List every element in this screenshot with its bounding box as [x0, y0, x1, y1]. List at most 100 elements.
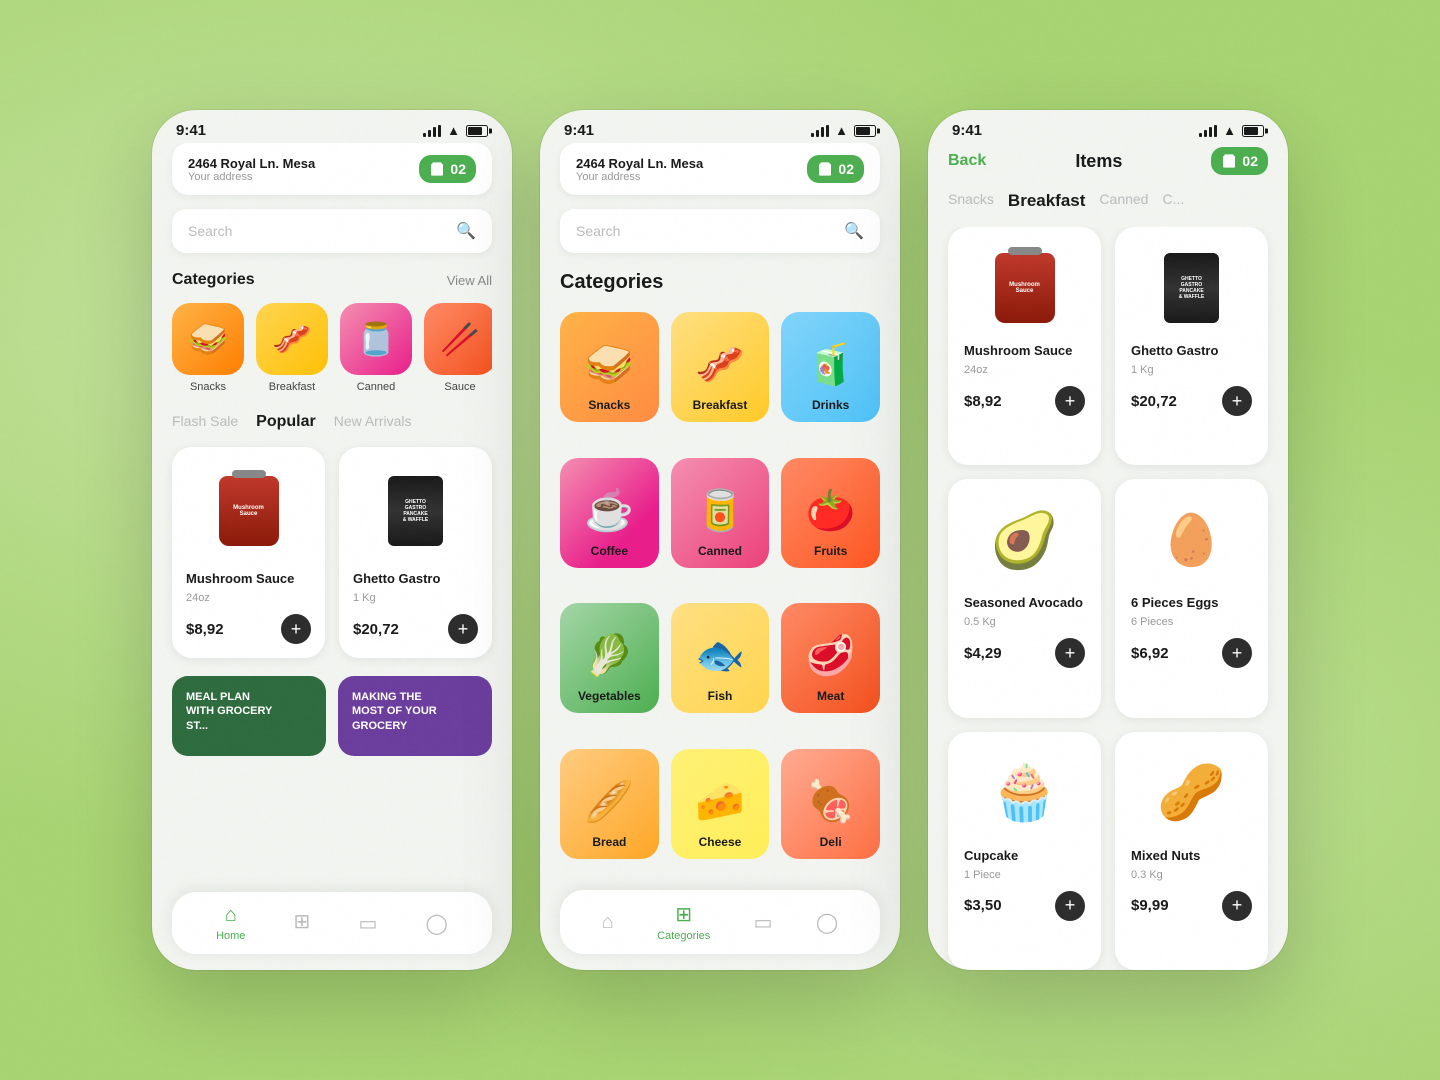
home-icon-1: ⌂: [225, 904, 237, 927]
add-btn-item-4[interactable]: +: [1222, 638, 1252, 668]
nav-home-2[interactable]: ⌂: [602, 911, 614, 934]
cart-icon-1: [429, 161, 445, 177]
tab-more-3[interactable]: C...: [1162, 191, 1184, 211]
address-line2-2: Your address: [576, 171, 703, 183]
tab-new-arrivals[interactable]: New Arrivals: [334, 413, 412, 431]
cat-cheese[interactable]: 🧀 Cheese: [671, 749, 770, 859]
cart-count-2: 02: [838, 161, 854, 177]
items-header: Back Items 02: [928, 143, 1288, 191]
view-all-1[interactable]: View All: [447, 273, 492, 288]
add-btn-item-5[interactable]: +: [1055, 891, 1085, 921]
item-card-6: 🥜 Mixed Nuts 0.3 Kg $9,99 +: [1115, 732, 1268, 970]
cat-coffee[interactable]: ☕ Coffee: [560, 458, 659, 568]
wifi-icon-2: ▲: [835, 123, 848, 138]
cat-fruits[interactable]: 🍅 Fruits: [781, 458, 880, 568]
item-price-row-4: $6,92 +: [1131, 638, 1252, 668]
back-button[interactable]: Back: [948, 152, 986, 170]
cart-badge-1[interactable]: 02: [419, 155, 476, 183]
phone-2: 9:41 ▲ 2464 Royal Ln. Mesa Your address …: [540, 110, 900, 970]
cat-bread[interactable]: 🥖 Bread: [560, 749, 659, 859]
banner-row-1: MEAL PLANWITH GROCERYST... MAKING THEMOS…: [172, 676, 492, 756]
add-btn-item-3[interactable]: +: [1055, 638, 1085, 668]
signal-icon-2: [811, 125, 829, 137]
cheese-emoji: 🧀: [695, 778, 745, 825]
category-chip-canned[interactable]: 🫙 Canned: [340, 303, 412, 393]
coffee-emoji: ☕: [584, 487, 634, 534]
address-text-1: 2464 Royal Ln. Mesa Your address: [188, 156, 315, 183]
item-weight-3: 0.5 Kg: [964, 616, 1085, 628]
status-bar-1: 9:41 ▲: [152, 110, 512, 143]
status-time-3: 9:41: [952, 122, 982, 139]
address-bar-2[interactable]: 2464 Royal Ln. Mesa Your address 02: [560, 143, 880, 195]
tab-breakfast-3[interactable]: Breakfast: [1008, 191, 1086, 211]
nav-profile-1[interactable]: ◯: [426, 911, 448, 936]
categories-title-2: Categories: [560, 271, 880, 294]
search-placeholder-2: Search: [576, 223, 620, 239]
signal-icon: [423, 125, 441, 137]
address-bar-1[interactable]: 2464 Royal Ln. Mesa Your address 02: [172, 143, 492, 195]
nav-profile-2[interactable]: ◯: [816, 910, 838, 935]
chip-label-sauce: Sauce: [444, 381, 475, 393]
fish-emoji: 🐟: [695, 632, 745, 679]
category-chip-sauce[interactable]: 🥢 Sauce: [424, 303, 492, 393]
cat-canned[interactable]: 🥫 Canned: [671, 458, 770, 568]
cart-badge-3[interactable]: 02: [1211, 147, 1268, 175]
tab-snacks-3[interactable]: Snacks: [948, 191, 994, 211]
cat-label-fish: Fish: [708, 689, 733, 703]
status-bar-3: 9:41 ▲: [928, 110, 1288, 143]
add-btn-1[interactable]: +: [281, 614, 311, 644]
cat-fish[interactable]: 🐟 Fish: [671, 603, 770, 713]
cart-count-3: 02: [1242, 153, 1258, 169]
search-bar-1[interactable]: Search 🔍: [172, 209, 492, 253]
categories-header-1: Categories View All: [172, 271, 492, 289]
nav-categories-2[interactable]: ⊞ Categories: [657, 902, 710, 942]
cat-snacks[interactable]: 🥪 Snacks: [560, 312, 659, 422]
cat-deli[interactable]: 🍖 Deli: [781, 749, 880, 859]
add-btn-item-1[interactable]: +: [1055, 386, 1085, 416]
category-chip-breakfast[interactable]: 🥓 Breakfast: [256, 303, 328, 393]
tab-popular[interactable]: Popular: [256, 413, 316, 431]
cat-label-meat: Meat: [817, 689, 844, 703]
add-btn-2[interactable]: +: [448, 614, 478, 644]
tab-flash-sale[interactable]: Flash Sale: [172, 413, 238, 431]
wifi-icon: ▲: [447, 123, 460, 138]
nav-home-1[interactable]: ⌂ Home: [216, 904, 245, 942]
nav-orders-2[interactable]: ▭: [754, 910, 773, 935]
item-price-4: $6,92: [1131, 645, 1169, 662]
cat-label-fruits: Fruits: [814, 544, 847, 558]
bread-emoji: 🥖: [584, 778, 634, 825]
item-price-row-3: $4,29 +: [964, 638, 1085, 668]
cart-badge-2[interactable]: 02: [807, 155, 864, 183]
categories-icon-2: ⊞: [675, 902, 692, 927]
banner-grocery-tips[interactable]: MAKING THEMOST OF YOURGROCERY: [338, 676, 492, 756]
banner-meal-plan[interactable]: MEAL PLANWITH GROCERYST...: [172, 676, 326, 756]
item-img-5: 🧁: [964, 748, 1085, 838]
cat-breakfast[interactable]: 🥓 Breakfast: [671, 312, 770, 422]
search-bar-2[interactable]: Search 🔍: [560, 209, 880, 253]
tab-canned-3[interactable]: Canned: [1099, 191, 1148, 211]
item-name-2: Ghetto Gastro: [1131, 343, 1252, 358]
drinks-emoji: 🧃: [806, 341, 856, 388]
item-weight-6: 0.3 Kg: [1131, 869, 1252, 881]
item-price-6: $9,99: [1131, 897, 1169, 914]
cat-vegetables[interactable]: 🥬 Vegetables: [560, 603, 659, 713]
cat-drinks[interactable]: 🧃 Drinks: [781, 312, 880, 422]
add-btn-item-2[interactable]: +: [1222, 386, 1252, 416]
category-chip-snacks[interactable]: 🥪 Snacks: [172, 303, 244, 393]
items-grid: MushroomSauce Mushroom Sauce 24oz $8,92 …: [928, 227, 1288, 970]
nav-categories-1[interactable]: ⊞: [294, 909, 311, 937]
canned-emoji: 🥫: [695, 487, 745, 534]
cat-meat[interactable]: 🥩 Meat: [781, 603, 880, 713]
item-name-4: 6 Pieces Eggs: [1131, 595, 1252, 610]
item-price-1: $8,92: [964, 393, 1002, 410]
nav-orders-1[interactable]: ▭: [358, 911, 377, 936]
product-name-1: Mushroom Sauce: [186, 571, 311, 586]
status-time-2: 9:41: [564, 122, 594, 139]
tabs-row-1: Flash Sale Popular New Arrivals: [172, 413, 492, 431]
item-weight-4: 6 Pieces: [1131, 616, 1252, 628]
product-weight-1: 24oz: [186, 592, 311, 604]
item-card-2: GHETTOGASTROPANCAKE& WAFFLE Ghetto Gastr…: [1115, 227, 1268, 465]
orders-icon-1: ▭: [358, 911, 377, 936]
add-btn-item-6[interactable]: +: [1222, 891, 1252, 921]
nav-home-label-1: Home: [216, 930, 245, 942]
